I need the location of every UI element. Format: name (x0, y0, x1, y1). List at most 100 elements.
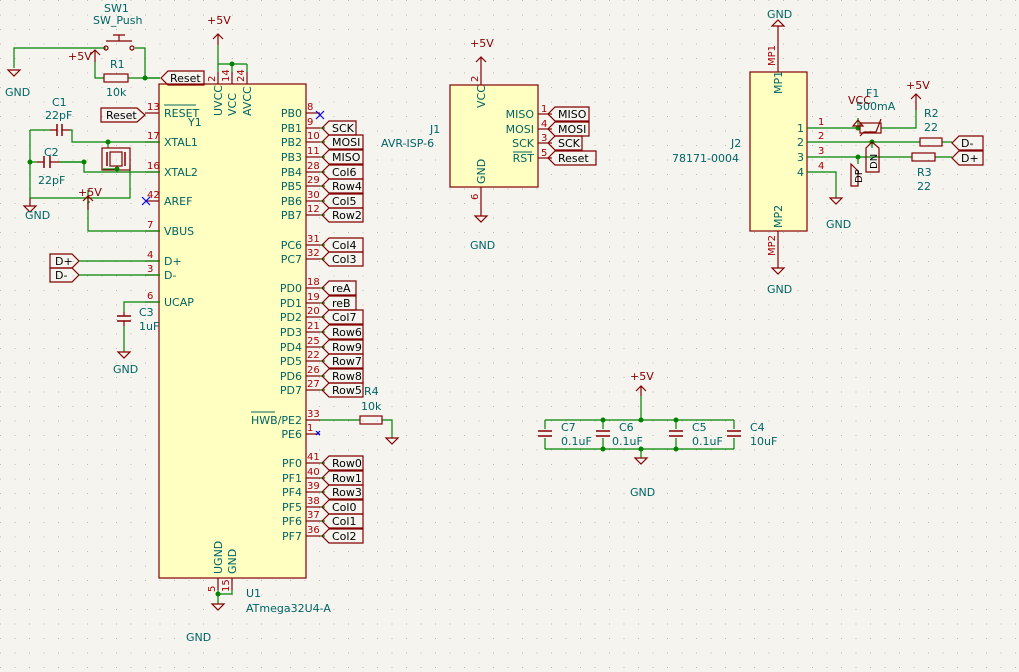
u1-pin-num: 14 (221, 69, 232, 82)
c1-value: 22pF (45, 109, 72, 122)
vcc-symbol-reset: +5V (68, 49, 101, 63)
svg-text:SCK: SCK (332, 122, 355, 135)
u1-pin-num: 32 (307, 248, 320, 259)
u1-pin-num: 41 (307, 452, 320, 463)
svg-text:Col4: Col4 (332, 239, 356, 252)
u1-pin-num: 20 (307, 306, 320, 317)
u1-pin-num: 9 (307, 117, 313, 128)
c4-ref: C4 (750, 421, 765, 434)
u1-value: ATmega32U4-A (246, 602, 331, 615)
u1-pin-num: 4 (147, 250, 153, 261)
u1-pin-name: AREF (164, 195, 192, 208)
svg-text:DN: DN (869, 154, 880, 169)
svg-text:Row9: Row9 (332, 341, 362, 354)
u1-pin-name: PB3 (281, 151, 302, 164)
u1-pin-name: PB7 (281, 209, 302, 222)
u1-pin-num: 30 (307, 190, 320, 201)
vcc-label-decoupling: +5V (630, 370, 654, 383)
u1-pin-num: 22 (307, 350, 320, 361)
vcc-label-u1: +5V (207, 14, 231, 27)
u1-pin-num: 42 (147, 190, 160, 201)
j1-pin-name: MISO (506, 108, 535, 121)
r2-ref: R2 (924, 107, 939, 120)
u1-pin-name: PF7 (282, 530, 302, 543)
gnd-label-j1: GND (470, 239, 495, 252)
u1-pin-name: PB0 (281, 107, 302, 120)
r2-value: 22 (924, 121, 938, 134)
u1-pin-name: UCAP (164, 296, 194, 309)
j2-ref: J2 (730, 137, 741, 150)
u1-pin-name: PD3 (280, 326, 302, 339)
u1-pin-name: HWB/PE2 (251, 414, 302, 427)
u1-pin-name: PD6 (280, 370, 302, 383)
u1-pin-num: 24 (236, 69, 247, 82)
j2-pin-name: MP1 (772, 71, 785, 94)
j1-pin-num: 5 (541, 148, 547, 159)
u1-pin-num: 11 (307, 146, 320, 157)
j1-pin-num: 6 (470, 194, 481, 200)
c1-ref: C1 (52, 96, 67, 109)
r3-ref: R3 (917, 166, 932, 179)
u1-pin-num: 25 (307, 336, 320, 347)
u1-pin-num: 40 (307, 467, 320, 478)
u1-pin-name: AVCC (241, 86, 254, 116)
gnd-label-reset: GND (5, 86, 30, 99)
u1-pin-name: UGND (212, 541, 225, 574)
u1-pin-name: XTAL1 (164, 136, 198, 149)
u1-pin-name: UVCC (212, 85, 225, 116)
svg-text:Reset: Reset (170, 72, 201, 85)
u1-pin-num: 28 (307, 161, 320, 172)
j2-pin-num: 1 (818, 117, 824, 128)
svg-text:SCK: SCK (558, 137, 581, 150)
svg-text:VCC: VCC (848, 94, 871, 107)
j2-pin-num: 2 (818, 131, 824, 142)
svg-text:Row8: Row8 (332, 370, 362, 383)
j2-value: 78171-0004 (672, 152, 739, 165)
u1-pin-name: PB1 (281, 122, 302, 135)
c4-value: 10uF (750, 435, 777, 448)
j1-body (449, 84, 539, 188)
svg-text:DP: DP (854, 169, 865, 183)
svg-text:Row7: Row7 (332, 355, 362, 368)
y1-ref: Y1 (187, 116, 202, 129)
u1-pin-name: PC7 (281, 253, 302, 266)
u1-pin-num: 39 (307, 481, 320, 492)
j1-pin-num: 3 (541, 133, 547, 144)
j2-pin-num: MP2 (767, 235, 778, 256)
u1-pin-num: 38 (307, 496, 320, 507)
svg-text:Col1: Col1 (332, 515, 356, 528)
svg-text:MISO: MISO (558, 108, 587, 121)
svg-text:Reset: Reset (106, 109, 137, 122)
u1-pin-name: PB4 (281, 166, 302, 179)
u1-pin-num: 18 (307, 277, 320, 288)
u1-pin-num: 1 (307, 423, 313, 434)
u1-pin-name: PD4 (280, 341, 302, 354)
u1-pin-name: PD1 (280, 297, 302, 310)
u1-pin-name: PB2 (281, 136, 302, 149)
u1-pin-num: 33 (307, 409, 320, 420)
u1-pin-num: 19 (307, 292, 320, 303)
u1-pin-name: PF4 (282, 486, 302, 499)
u1-pin-name: PD5 (280, 355, 302, 368)
u1-pin-num: 31 (307, 234, 320, 245)
u1-pin-name: PF5 (282, 501, 302, 514)
j2-pin-name: 3 (797, 151, 804, 164)
gnd-label-u1: GND (186, 631, 211, 644)
vcc-label-j2: +5V (906, 79, 930, 92)
svg-text:D-: D- (961, 137, 973, 150)
svg-text:MOSI: MOSI (558, 123, 586, 136)
j1-pin-name: SCK (512, 137, 535, 150)
u1-pin-num: 36 (307, 525, 320, 536)
c3-ref: C3 (139, 306, 154, 319)
j1-pin-name: RST (513, 152, 535, 165)
u1-pin-num: 26 (307, 365, 320, 376)
j1-pin-num: 1 (541, 104, 547, 115)
svg-text:Row1: Row1 (332, 472, 362, 485)
j2-pin-name: 4 (797, 166, 804, 179)
j1-pin-num: 2 (470, 76, 481, 82)
svg-text:Row0: Row0 (332, 457, 362, 470)
j2-pin-name: 1 (797, 122, 804, 135)
svg-text:D+: D+ (55, 255, 73, 268)
u1-pin-num: 12 (307, 204, 320, 215)
u1-pin-name: PC6 (281, 239, 302, 252)
